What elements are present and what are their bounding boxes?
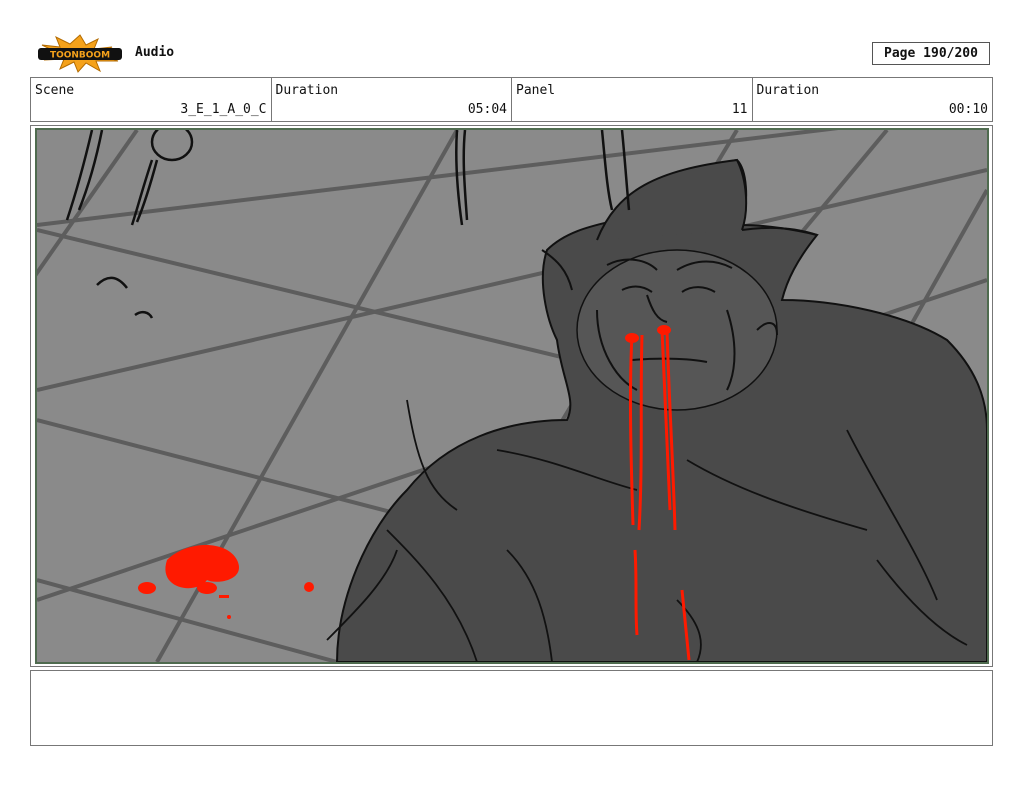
- duration-label: Duration: [275, 83, 339, 98]
- toonboom-logo: TOONBOOM: [34, 33, 126, 73]
- panel-value: 11: [731, 102, 748, 117]
- audio-label: Audio: [135, 45, 175, 60]
- scene-label: Scene: [35, 83, 75, 98]
- scene-value: 3_E_1_A_0_C: [180, 102, 267, 117]
- scene-cell: Scene 3_E_1_A_0_C: [31, 78, 272, 121]
- panel-cell: Panel 11: [512, 78, 753, 121]
- info-table: Scene 3_E_1_A_0_C Duration 05:04 Panel 1…: [30, 77, 993, 122]
- storyboard-panel: [35, 128, 989, 664]
- duration-value: 05:04: [467, 102, 507, 117]
- notes-box: [30, 670, 993, 746]
- panel-label: Panel: [516, 83, 556, 98]
- panel-duration-cell: Duration 00:10: [753, 78, 993, 121]
- page-indicator: Page 190/200: [872, 42, 990, 65]
- panel-drawing: [37, 130, 987, 662]
- duration-cell: Duration 05:04: [272, 78, 512, 121]
- panel-duration-value: 00:10: [948, 102, 988, 117]
- logo-text: TOONBOOM: [50, 51, 110, 61]
- panel-duration-label: Duration: [756, 83, 820, 98]
